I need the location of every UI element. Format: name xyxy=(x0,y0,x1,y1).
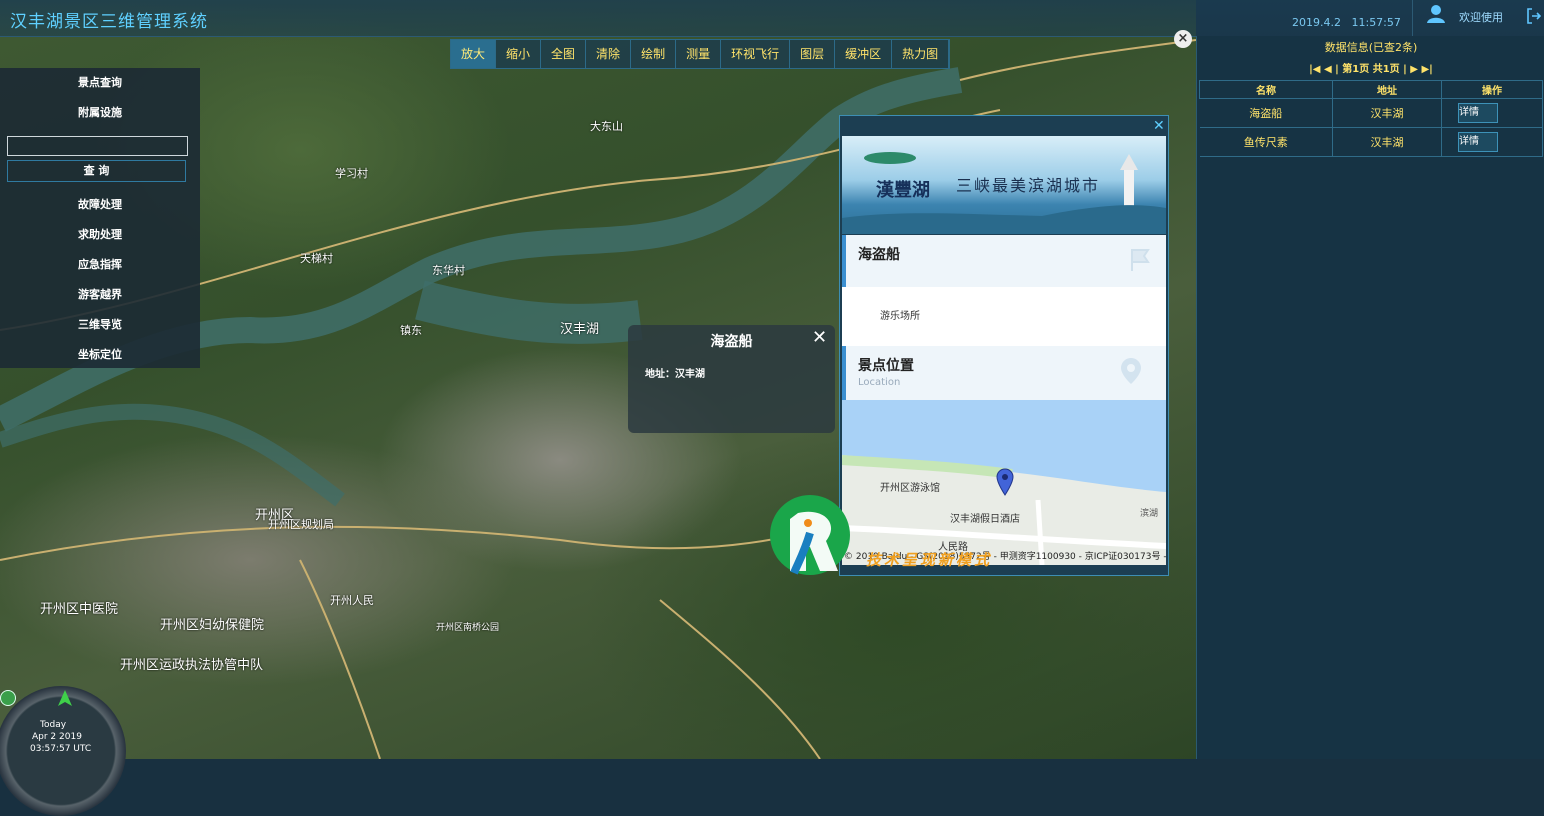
cell-action: 详情 xyxy=(1441,98,1543,128)
map-toolbar: 放大 缩小 全图 清除 绘制 测量 环视飞行 图层 缓冲区 热力图 xyxy=(450,39,951,69)
menu-item-facilities[interactable]: 附属设施 xyxy=(0,98,200,128)
map-label: 镇东 xyxy=(400,324,422,337)
banner-brand: 漢豐湖 xyxy=(876,180,930,201)
globe-icon[interactable] xyxy=(0,690,16,706)
map-label: 开州区妇幼保健院 xyxy=(160,618,265,633)
compass-date: Apr 2 2019 xyxy=(32,732,82,742)
banner-image: 漢豐湖 三峡最美滨湖城市 xyxy=(842,136,1166,234)
zoom-in-button[interactable]: 放大 xyxy=(451,40,497,68)
map-label: 开州区规划局 xyxy=(268,518,334,531)
full-extent-button[interactable]: 全图 xyxy=(541,40,587,68)
buffer-button[interactable]: 缓冲区 xyxy=(835,40,893,68)
column-header: 操作 xyxy=(1441,80,1543,99)
left-menu: 景点查询 附属设施 查 询 故障处理 求助处理 应急指挥 游客越界 三维导览 坐… xyxy=(0,68,200,368)
compass-today-label: Today xyxy=(40,720,67,730)
map-label: 开州区运政执法协管中队 xyxy=(120,658,264,673)
menu-lower-list: 故障处理 求助处理 应急指挥 游客越界 三维导览 坐标定位 xyxy=(0,190,200,370)
zoom-out-button[interactable]: 缩小 xyxy=(496,40,542,68)
map-label: 东华村 xyxy=(432,264,465,277)
layers-button[interactable]: 图层 xyxy=(790,40,836,68)
watermark-text: 技术呈现新模式 xyxy=(866,551,993,569)
detail-button[interactable]: 详情 xyxy=(1458,103,1498,123)
menu-item-emergency[interactable]: 应急指挥 xyxy=(0,250,200,280)
section-heading: 海盗船 xyxy=(858,247,900,263)
compass-utc-time: 03:57:57 UTC xyxy=(30,744,92,754)
clear-button[interactable]: 清除 xyxy=(586,40,632,68)
name-section: 海盗船 xyxy=(842,235,1166,287)
user-area[interactable]: 欢迎使用 xyxy=(1412,0,1525,36)
cell-name: 鱼传尺素 xyxy=(1199,127,1333,157)
pager[interactable]: |◀ ◀ | 第1页 共1页 | ▶ ▶| xyxy=(1197,60,1544,75)
north-arrow-icon xyxy=(58,690,72,706)
close-icon[interactable]: × xyxy=(1174,30,1192,48)
cell-address: 汉丰湖 xyxy=(1332,98,1442,128)
draw-button[interactable]: 绘制 xyxy=(631,40,677,68)
title-bar: 汉丰湖景区三维管理系统 2019.4.2 11:57:57 欢迎使用 xyxy=(0,0,1544,37)
detail-button[interactable]: 详情 xyxy=(1458,132,1498,152)
measure-button[interactable]: 测量 xyxy=(676,40,722,68)
popup-title: 海盗船 xyxy=(710,334,753,350)
welcome-text: 欢迎使用 xyxy=(1459,11,1503,24)
search-input[interactable] xyxy=(7,136,188,156)
banner-slogan: 三峡最美滨湖城市 xyxy=(956,176,1101,195)
location-section: 景点位置 Location xyxy=(842,346,1166,400)
description-section: 游乐场所 xyxy=(842,287,1166,346)
data-panel-title: 数据信息(已查2条) xyxy=(1324,41,1418,54)
clock-date: 2019.4.2 xyxy=(1292,16,1341,29)
map-popup: 海盗船 ✕ 地址：汉丰湖 xyxy=(628,325,835,433)
table-row[interactable]: 海盗船 汉丰湖 详情 xyxy=(1199,98,1543,128)
cell-name: 海盗船 xyxy=(1199,98,1333,128)
logout-icon[interactable] xyxy=(1527,8,1541,24)
map-label: 天梯村 xyxy=(300,252,333,265)
mini-map-label: 开州区游泳馆 xyxy=(880,483,940,494)
menu-item-fault[interactable]: 故障处理 xyxy=(0,190,200,220)
menu-item-coordinates[interactable]: 坐标定位 xyxy=(0,340,200,370)
close-icon[interactable]: ✕ xyxy=(1153,118,1165,134)
table-header-row: 名称 地址 操作 xyxy=(1199,80,1543,99)
menu-item-scenic-query[interactable]: 景点查询 xyxy=(0,68,200,98)
menu-item-3d-tour[interactable]: 三维导览 xyxy=(0,310,200,340)
clock-time: 11:57:57 xyxy=(1351,16,1401,29)
clock: 2019.4.2 11:57:57 xyxy=(1292,16,1401,29)
column-header: 名称 xyxy=(1199,80,1333,99)
search-button[interactable]: 查 询 xyxy=(7,160,186,182)
menu-item-boundary[interactable]: 游客越界 xyxy=(0,280,200,310)
flag-icon xyxy=(1131,249,1150,271)
map-label: 开州区中医院 xyxy=(40,602,119,617)
user-icon xyxy=(1427,5,1445,23)
watermark-logo-icon xyxy=(770,495,850,575)
map-label: 大东山 xyxy=(590,120,623,133)
map-label: 开州区南桥公园 xyxy=(436,623,500,633)
map-marker-icon[interactable] xyxy=(996,468,1014,496)
app-title: 汉丰湖景区三维管理系统 xyxy=(10,12,208,32)
table-row[interactable]: 鱼传尺素 汉丰湖 详情 xyxy=(1199,127,1543,157)
map-label: 学习村 xyxy=(335,167,368,180)
data-panel: 数据信息(已查2条) |◀ ◀ | 第1页 共1页 | ▶ ▶| 名称 地址 操… xyxy=(1196,36,1544,759)
location-pin-icon xyxy=(1121,358,1141,384)
watermark: 技术呈现新模式 xyxy=(768,493,1018,578)
compass-clock[interactable]: Today Apr 2 2019 03:57:57 UTC xyxy=(0,686,126,816)
map-label: 汉丰湖 xyxy=(560,322,600,337)
menu-item-help[interactable]: 求助处理 xyxy=(0,220,200,250)
cell-action: 详情 xyxy=(1441,127,1543,157)
column-header: 地址 xyxy=(1332,80,1442,99)
section-subheading: Location xyxy=(858,377,901,388)
map-label: 开州人民 xyxy=(330,594,374,607)
popup-address: 地址：汉丰湖 xyxy=(645,369,705,380)
description-text: 游乐场所 xyxy=(880,311,920,322)
section-heading: 景点位置 xyxy=(858,358,914,374)
close-icon[interactable]: ✕ xyxy=(812,327,827,348)
heatmap-button[interactable]: 热力图 xyxy=(892,40,950,68)
mini-map-label: 滨湖 xyxy=(1140,509,1159,519)
data-table: 名称 地址 操作 海盗船 汉丰湖 详情 鱼传尺素 汉丰湖 详情 xyxy=(1199,80,1543,157)
orbit-flight-button[interactable]: 环视飞行 xyxy=(721,40,791,68)
cell-address: 汉丰湖 xyxy=(1332,127,1442,157)
